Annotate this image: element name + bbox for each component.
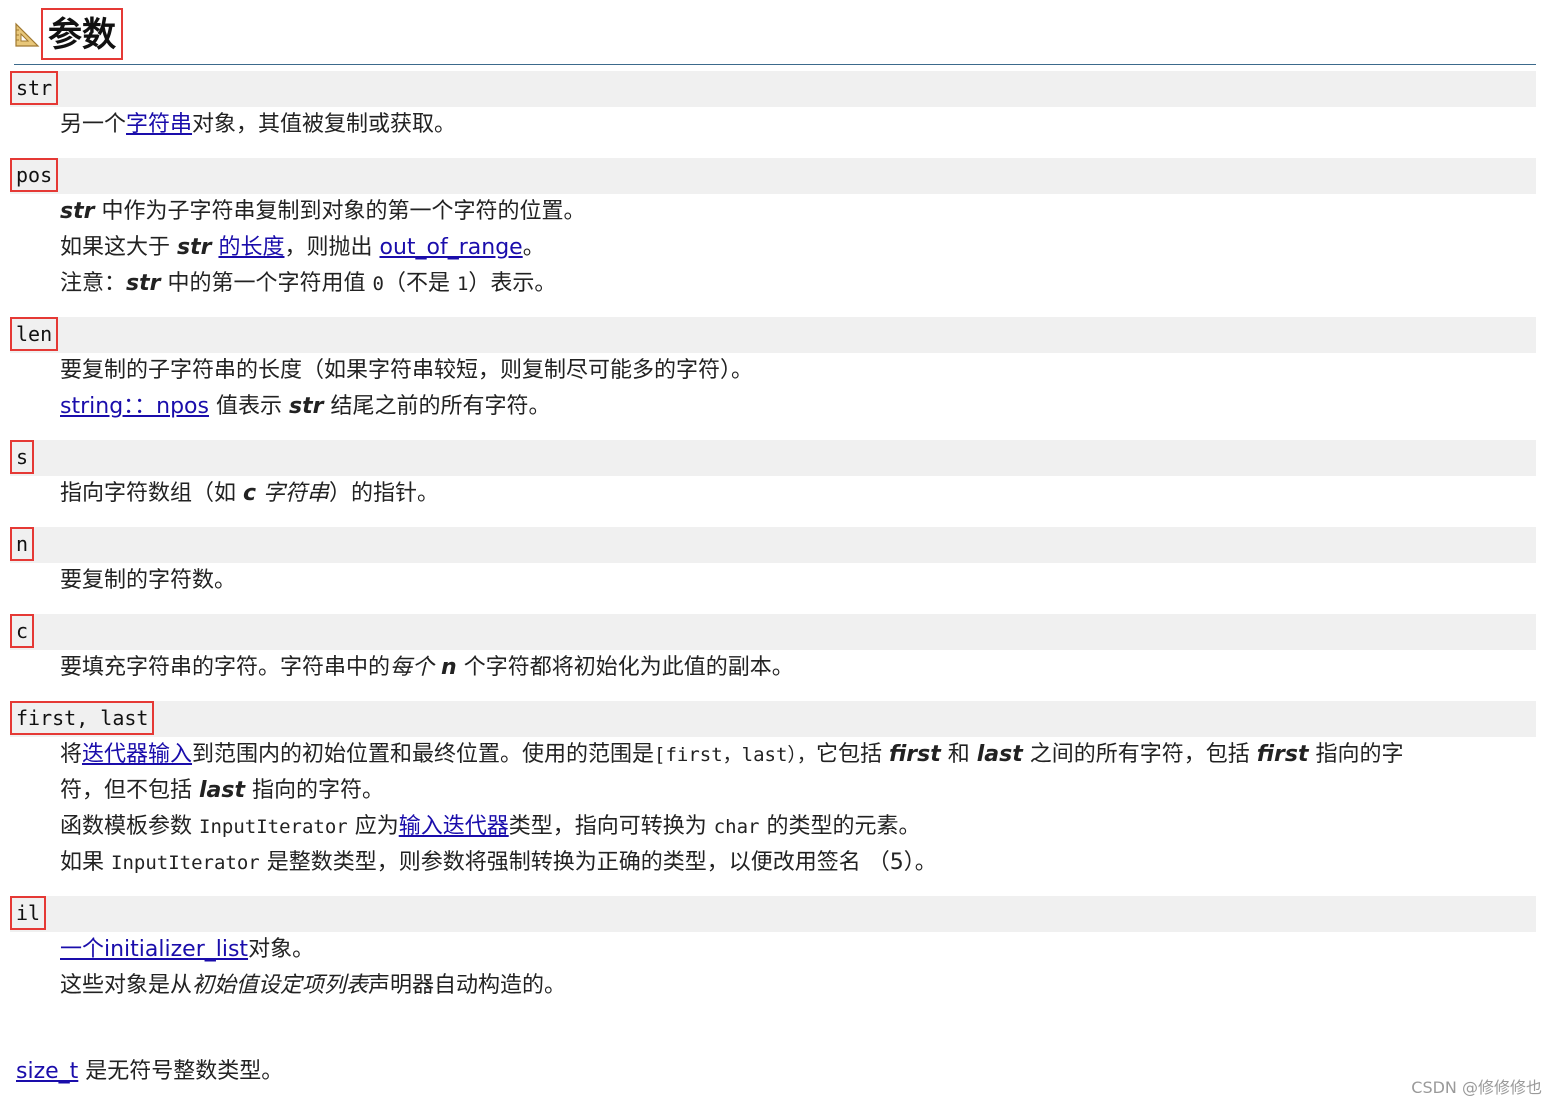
param-header-bar: n [10,527,1536,563]
param-header-bar: len [10,317,1536,353]
desc-line: 要复制的字符数。 [60,568,237,593]
param-desc-c: 要填充字符串的字符。字符串中的每个 n 个字符都将初始化为此值的副本。 [10,650,1536,686]
desc-line: 如果 InputIterator 是整数类型，则参数将强制转换为正确的类型，以便… [60,850,937,875]
param-name-pos: pos [10,158,59,192]
watermark: CSDN @修修修也 [1411,1078,1542,1097]
param-header-bar: s [10,440,1536,476]
param-desc-pos: str 中作为子字符串复制到对象的第一个字符的位置。 如果这大于 str 的长度… [10,194,1536,302]
param-first-last: first, last 将迭代器输入到范围内的初始位置和最终位置。使用的范围是[… [10,701,1536,881]
desc-line: 这些对象是从初始值设定项列表声明器自动构造的。 [60,973,567,998]
param-s: s 指向字符数组（如 c 字符串）的指针。 [10,440,1536,512]
param-header-bar: il [10,896,1536,932]
param-header-bar: first, last [10,701,1536,737]
param-header-bar: c [10,614,1536,650]
out-of-range-link[interactable]: out_of_range [379,235,522,260]
section-header: 参数 [14,8,1536,65]
input-iterator-link[interactable]: 迭代器输入 [82,742,192,767]
param-name-n: n [10,527,35,561]
param-desc-s: 指向字符数组（如 c 字符串）的指针。 [10,476,1536,512]
page-title: 参数 [41,8,123,60]
npos-link[interactable]: string：：npos [60,394,209,419]
footer-note: size_t 是无符号整数类型。 [16,1059,284,1084]
length-link[interactable]: 的长度 [218,235,284,260]
desc-line: 符，但不包括 last 指向的字符。 [60,778,384,803]
param-name-c: c [10,614,35,648]
param-il: il 一个initializer_list对象。 这些对象是从初始值设定项列表声… [10,896,1536,1004]
param-pos: pos str 中作为子字符串复制到对象的第一个字符的位置。 如果这大于 str… [10,158,1536,302]
param-desc-str: 另一个字符串对象，其值被复制或获取。 [10,107,1536,143]
param-desc-first-last: 将迭代器输入到范围内的初始位置和最终位置。使用的范围是[first，last），… [10,737,1536,881]
param-n: n 要复制的字符数。 [10,527,1536,599]
desc-line: string：：npos 值表示 str 结尾之前的所有字符。 [60,394,551,419]
initializer-list-link[interactable]: 一个initializer_list [60,937,248,962]
param-header-bar: pos [10,158,1536,194]
param-desc-len: 要复制的子字符串的长度（如果字符串较短，则复制尽可能多的字符）。 string：… [10,353,1536,425]
param-name-il: il [10,896,47,930]
desc-line: 一个initializer_list对象。 [60,937,315,962]
param-c: c 要填充字符串的字符。字符串中的每个 n 个字符都将初始化为此值的副本。 [10,614,1536,686]
ruler-icon [15,22,40,47]
desc-line: 函数模板参数 InputIterator 应为输入迭代器类型，指向可转换为 ch… [60,814,921,839]
desc-line: 注意：str 中的第一个字符用值 0（不是 1）表示。 [60,271,557,296]
param-desc-il: 一个initializer_list对象。 这些对象是从初始值设定项列表声明器自… [10,932,1536,1004]
param-str: str 另一个字符串对象，其值被复制或获取。 [10,71,1536,143]
desc-line: 要填充字符串的字符。字符串中的每个 n 个字符都将初始化为此值的副本。 [60,655,794,680]
desc-line: 另一个字符串对象，其值被复制或获取。 [60,112,457,137]
param-len: len 要复制的子字符串的长度（如果字符串较短，则复制尽可能多的字符）。 str… [10,317,1536,425]
desc-line: str 中作为子字符串复制到对象的第一个字符的位置。 [60,199,586,224]
size-t-link[interactable]: size_t [16,1059,78,1084]
param-name-str: str [10,71,59,105]
param-name-len: len [10,317,59,351]
desc-line: 要复制的子字符串的长度（如果字符串较短，则复制尽可能多的字符）。 [60,358,754,383]
desc-line: 指向字符数组（如 c 字符串）的指针。 [60,481,440,506]
string-link[interactable]: 字符串 [126,112,192,137]
param-name-first-last: first, last [10,701,155,735]
desc-line: 如果这大于 str 的长度，则抛出 out_of_range。 [60,235,545,260]
param-desc-n: 要复制的字符数。 [10,563,1536,599]
desc-line: 将迭代器输入到范围内的初始位置和最终位置。使用的范围是[first，last），… [60,742,1404,767]
input-iterator-type-link[interactable]: 输入迭代器 [399,814,509,839]
param-name-s: s [10,440,35,474]
param-header-bar: str [10,71,1536,107]
